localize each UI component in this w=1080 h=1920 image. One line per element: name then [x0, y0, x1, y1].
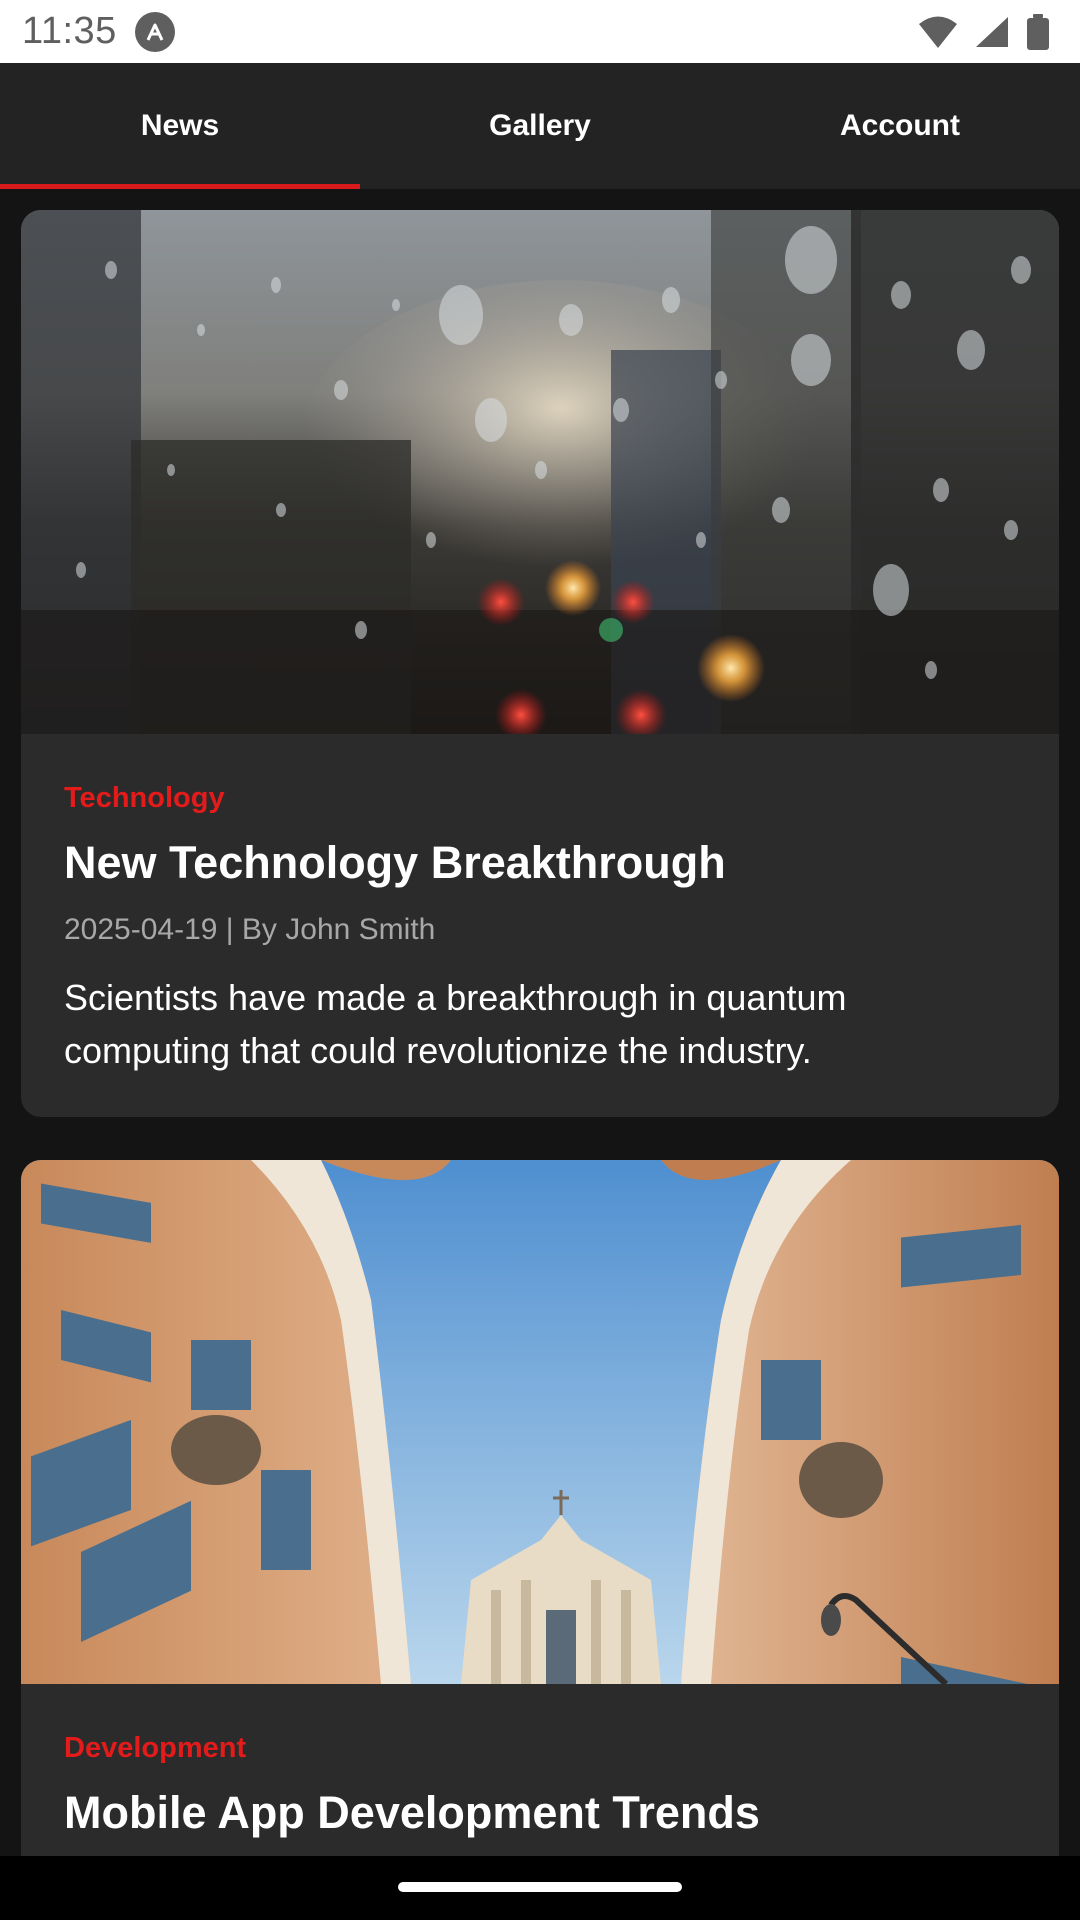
news-feed[interactable]: Technology New Technology Breakthrough 2… [0, 189, 1080, 1856]
article-image [21, 1160, 1059, 1684]
article-title: New Technology Breakthrough [64, 837, 726, 888]
tab-label: News [140, 109, 220, 142]
tab-news[interactable]: News [0, 63, 360, 189]
article-body: Technology New Technology Breakthrough 2… [21, 734, 1059, 1077]
cellular-signal-icon [976, 17, 1008, 47]
tab-gallery[interactable]: Gallery [360, 63, 720, 189]
article-category: Development [64, 1732, 247, 1764]
status-bar: 11:35 [0, 0, 1080, 63]
article-summary: Scientists have made a breakthrough in q… [64, 977, 847, 1071]
article-card[interactable]: Technology New Technology Breakthrough 2… [21, 210, 1059, 1117]
tab-label: Account [840, 109, 960, 142]
navigation-bar [0, 1856, 1080, 1920]
status-icons [918, 14, 1050, 50]
battery-icon [1027, 14, 1049, 50]
wifi-icon [919, 16, 957, 48]
article-image [21, 210, 1059, 734]
home-gesture-handle[interactable] [398, 1882, 682, 1892]
article-category: Technology [64, 782, 225, 814]
article-card[interactable]: Development Mobile App Development Trend… [21, 1160, 1059, 1856]
status-time: 11:35 [22, 10, 117, 52]
tab-account[interactable]: Account [720, 63, 1080, 189]
tab-label: Gallery [489, 109, 591, 142]
article-title: Mobile App Development Trends [64, 1787, 760, 1838]
article-meta: 2025-04-19 | By John Smith [64, 913, 436, 946]
screen: 11:35 News Gallery Account Technology Ne… [0, 0, 1080, 1920]
tab-bar: News Gallery Account [0, 63, 1080, 189]
app-notification-icon [134, 11, 175, 52]
article-body: Development Mobile App Development Trend… [21, 1684, 1059, 1839]
